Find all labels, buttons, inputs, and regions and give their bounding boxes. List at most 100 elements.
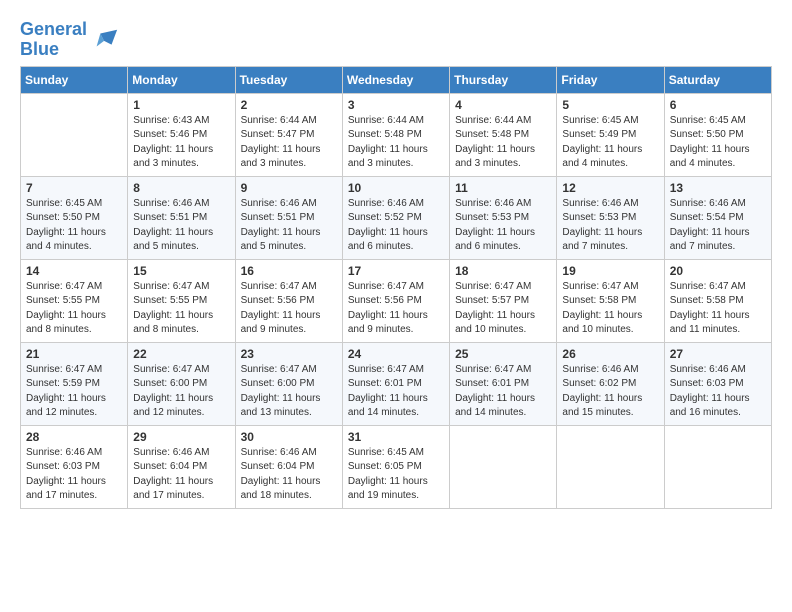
calendar-week-row: 28Sunrise: 6:46 AM Sunset: 6:03 PM Dayli… bbox=[21, 425, 772, 508]
logo-text: General Blue bbox=[20, 20, 87, 60]
day-info: Sunrise: 6:46 AM Sunset: 5:51 PM Dayligh… bbox=[241, 197, 337, 255]
calendar-cell: 6 Sunrise: 6:45 AM Sunset: 5:50 PM Daylig… bbox=[664, 93, 771, 176]
day-number: 3 bbox=[348, 98, 444, 112]
weekday-header-row: SundayMondayTuesdayWednesdayThursdayFrid… bbox=[21, 66, 772, 93]
day-number: 20 bbox=[670, 264, 766, 278]
calendar-cell: 3 Sunrise: 6:44 AM Sunset: 5:48 PM Daylig… bbox=[342, 93, 449, 176]
day-info: Sunrise: 6:46 AM Sunset: 6:04 PM Dayligh… bbox=[133, 446, 229, 504]
calendar-cell: 22 Sunrise: 6:47 AM Sunset: 6:00 PM Dayli… bbox=[128, 342, 235, 425]
calendar-week-row: 1 Sunrise: 6:43 AM Sunset: 5:46 PM Daylig… bbox=[21, 93, 772, 176]
day-number: 15 bbox=[133, 264, 229, 278]
day-info: Sunrise: 6:46 AM Sunset: 6:02 PM Dayligh… bbox=[562, 363, 658, 421]
calendar-cell: 9Sunrise: 6:46 AM Sunset: 5:51 PM Daylig… bbox=[235, 176, 342, 259]
day-info: Sunrise: 6:46 AM Sunset: 6:04 PM Dayligh… bbox=[241, 446, 337, 504]
day-number: 7 bbox=[26, 181, 122, 195]
day-number: 14 bbox=[26, 264, 122, 278]
calendar-table: SundayMondayTuesdayWednesdayThursdayFrid… bbox=[20, 66, 772, 509]
calendar-cell: 18 Sunrise: 6:47 AM Sunset: 5:57 PM Dayli… bbox=[450, 259, 557, 342]
day-info: Sunrise: 6:47 AM Sunset: 5:55 PM Dayligh… bbox=[26, 280, 122, 338]
day-info: Sunrise: 6:45 AM Sunset: 6:05 PM Dayligh… bbox=[348, 446, 444, 504]
calendar-week-row: 21 Sunrise: 6:47 AM Sunset: 5:59 PM Dayli… bbox=[21, 342, 772, 425]
day-info: Sunrise: 6:47 AM Sunset: 5:58 PM Dayligh… bbox=[562, 280, 658, 338]
day-number: 19 bbox=[562, 264, 658, 278]
calendar-cell: 17Sunrise: 6:47 AM Sunset: 5:56 PM Dayli… bbox=[342, 259, 449, 342]
logo-icon bbox=[91, 26, 119, 54]
day-info: Sunrise: 6:47 AM Sunset: 6:00 PM Dayligh… bbox=[241, 363, 337, 421]
day-number: 8 bbox=[133, 181, 229, 195]
day-number: 10 bbox=[348, 181, 444, 195]
calendar-cell: 8 Sunrise: 6:46 AM Sunset: 5:51 PM Daylig… bbox=[128, 176, 235, 259]
calendar-cell: 12 Sunrise: 6:46 AM Sunset: 5:53 PM Dayli… bbox=[557, 176, 664, 259]
day-info: Sunrise: 6:47 AM Sunset: 6:01 PM Dayligh… bbox=[455, 363, 551, 421]
day-info: Sunrise: 6:45 AM Sunset: 5:49 PM Dayligh… bbox=[562, 114, 658, 172]
calendar-cell: 30 Sunrise: 6:46 AM Sunset: 6:04 PM Dayli… bbox=[235, 425, 342, 508]
calendar-cell: 14 Sunrise: 6:47 AM Sunset: 5:55 PM Dayli… bbox=[21, 259, 128, 342]
calendar-cell: 19 Sunrise: 6:47 AM Sunset: 5:58 PM Dayli… bbox=[557, 259, 664, 342]
day-info: Sunrise: 6:44 AM Sunset: 5:48 PM Dayligh… bbox=[348, 114, 444, 172]
day-info: Sunrise: 6:45 AM Sunset: 5:50 PM Dayligh… bbox=[26, 197, 122, 255]
calendar-cell: 2 Sunrise: 6:44 AM Sunset: 5:47 PM Daylig… bbox=[235, 93, 342, 176]
calendar-cell: 24 Sunrise: 6:47 AM Sunset: 6:01 PM Dayli… bbox=[342, 342, 449, 425]
day-info: Sunrise: 6:46 AM Sunset: 5:53 PM Dayligh… bbox=[562, 197, 658, 255]
day-info: Sunrise: 6:43 AM Sunset: 5:46 PM Dayligh… bbox=[133, 114, 229, 172]
weekday-header-sunday: Sunday bbox=[21, 66, 128, 93]
calendar-cell: 10 Sunrise: 6:46 AM Sunset: 5:52 PM Dayli… bbox=[342, 176, 449, 259]
calendar-cell: 31 Sunrise: 6:45 AM Sunset: 6:05 PM Dayli… bbox=[342, 425, 449, 508]
day-number: 11 bbox=[455, 181, 551, 195]
day-number: 4 bbox=[455, 98, 551, 112]
day-info: Sunrise: 6:47 AM Sunset: 5:59 PM Dayligh… bbox=[26, 363, 122, 421]
calendar-cell: 13 Sunrise: 6:46 AM Sunset: 5:54 PM Dayli… bbox=[664, 176, 771, 259]
day-info: Sunrise: 6:46 AM Sunset: 5:54 PM Dayligh… bbox=[670, 197, 766, 255]
calendar-cell: 21 Sunrise: 6:47 AM Sunset: 5:59 PM Dayli… bbox=[21, 342, 128, 425]
day-number: 24 bbox=[348, 347, 444, 361]
calendar-cell: 20Sunrise: 6:47 AM Sunset: 5:58 PM Dayli… bbox=[664, 259, 771, 342]
logo: General Blue bbox=[20, 20, 119, 60]
day-number: 23 bbox=[241, 347, 337, 361]
calendar-cell bbox=[664, 425, 771, 508]
day-number: 1 bbox=[133, 98, 229, 112]
day-info: Sunrise: 6:46 AM Sunset: 5:53 PM Dayligh… bbox=[455, 197, 551, 255]
day-info: Sunrise: 6:45 AM Sunset: 5:50 PM Dayligh… bbox=[670, 114, 766, 172]
weekday-header-friday: Friday bbox=[557, 66, 664, 93]
calendar-week-row: 7 Sunrise: 6:45 AM Sunset: 5:50 PM Daylig… bbox=[21, 176, 772, 259]
day-number: 5 bbox=[562, 98, 658, 112]
day-number: 29 bbox=[133, 430, 229, 444]
calendar-cell: 26Sunrise: 6:46 AM Sunset: 6:02 PM Dayli… bbox=[557, 342, 664, 425]
day-number: 27 bbox=[670, 347, 766, 361]
day-info: Sunrise: 6:47 AM Sunset: 5:55 PM Dayligh… bbox=[133, 280, 229, 338]
day-number: 25 bbox=[455, 347, 551, 361]
day-info: Sunrise: 6:44 AM Sunset: 5:47 PM Dayligh… bbox=[241, 114, 337, 172]
day-number: 2 bbox=[241, 98, 337, 112]
day-number: 12 bbox=[562, 181, 658, 195]
calendar-cell: 16 Sunrise: 6:47 AM Sunset: 5:56 PM Dayli… bbox=[235, 259, 342, 342]
calendar-week-row: 14 Sunrise: 6:47 AM Sunset: 5:55 PM Dayli… bbox=[21, 259, 772, 342]
calendar-cell: 15 Sunrise: 6:47 AM Sunset: 5:55 PM Dayli… bbox=[128, 259, 235, 342]
day-number: 22 bbox=[133, 347, 229, 361]
day-number: 28 bbox=[26, 430, 122, 444]
calendar-cell: 28Sunrise: 6:46 AM Sunset: 6:03 PM Dayli… bbox=[21, 425, 128, 508]
day-number: 30 bbox=[241, 430, 337, 444]
day-number: 6 bbox=[670, 98, 766, 112]
day-number: 31 bbox=[348, 430, 444, 444]
day-number: 21 bbox=[26, 347, 122, 361]
day-number: 17 bbox=[348, 264, 444, 278]
weekday-header-saturday: Saturday bbox=[664, 66, 771, 93]
day-number: 16 bbox=[241, 264, 337, 278]
calendar-cell bbox=[557, 425, 664, 508]
day-info: Sunrise: 6:47 AM Sunset: 6:00 PM Dayligh… bbox=[133, 363, 229, 421]
day-number: 18 bbox=[455, 264, 551, 278]
day-info: Sunrise: 6:47 AM Sunset: 6:01 PM Dayligh… bbox=[348, 363, 444, 421]
day-info: Sunrise: 6:46 AM Sunset: 5:52 PM Dayligh… bbox=[348, 197, 444, 255]
calendar-cell: 1 Sunrise: 6:43 AM Sunset: 5:46 PM Daylig… bbox=[128, 93, 235, 176]
day-info: Sunrise: 6:47 AM Sunset: 5:56 PM Dayligh… bbox=[241, 280, 337, 338]
day-number: 13 bbox=[670, 181, 766, 195]
calendar-cell: 29 Sunrise: 6:46 AM Sunset: 6:04 PM Dayli… bbox=[128, 425, 235, 508]
calendar-cell: 7 Sunrise: 6:45 AM Sunset: 5:50 PM Daylig… bbox=[21, 176, 128, 259]
calendar-cell: 11 Sunrise: 6:46 AM Sunset: 5:53 PM Dayli… bbox=[450, 176, 557, 259]
day-info: Sunrise: 6:46 AM Sunset: 5:51 PM Dayligh… bbox=[133, 197, 229, 255]
calendar-cell: 27 Sunrise: 6:46 AM Sunset: 6:03 PM Dayli… bbox=[664, 342, 771, 425]
day-info: Sunrise: 6:47 AM Sunset: 5:57 PM Dayligh… bbox=[455, 280, 551, 338]
calendar-cell: 25 Sunrise: 6:47 AM Sunset: 6:01 PM Dayli… bbox=[450, 342, 557, 425]
day-info: Sunrise: 6:46 AM Sunset: 6:03 PM Dayligh… bbox=[670, 363, 766, 421]
weekday-header-wednesday: Wednesday bbox=[342, 66, 449, 93]
